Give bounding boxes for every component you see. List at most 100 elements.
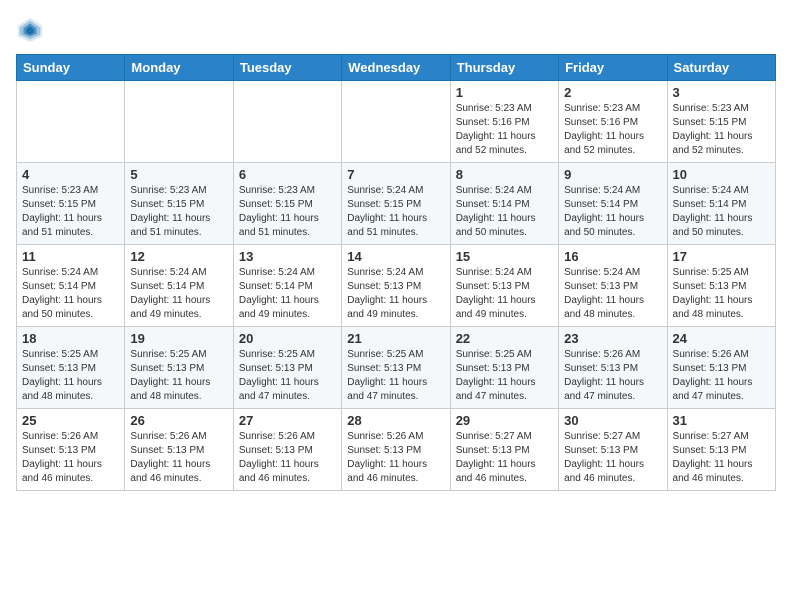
day-info: Sunrise: 5:26 AMSunset: 5:13 PMDaylight:… (564, 348, 661, 404)
calendar-cell: 14 Sunrise: 5:24 AMSunset: 5:13 PMDayligh… (342, 245, 450, 327)
calendar-cell: 16Sunrise: 5:24 AMSunset: 5:13 PMDayligh… (559, 245, 667, 327)
day-number: 1 (456, 85, 553, 100)
day-info: Sunrise: 5:25 AMSunset: 5:13 PMDaylight:… (673, 266, 770, 322)
day-number: 23 (564, 331, 661, 346)
day-info: Sunrise: 5:24 AMSunset: 5:14 PMDaylight:… (673, 184, 770, 240)
day-number: 2 (564, 85, 661, 100)
week-row-3: 11 Sunrise: 5:24 AMSunset: 5:14 PMDayligh… (17, 245, 776, 327)
calendar-cell: 18Sunrise: 5:25 AMSunset: 5:13 PMDayligh… (17, 327, 125, 409)
day-number: 10 (673, 167, 770, 182)
day-info: Sunrise: 5:26 AMSunset: 5:13 PMDaylight:… (130, 430, 227, 486)
day-info: Sunrise: 5:27 AMSunset: 5:13 PMDaylight:… (564, 430, 661, 486)
calendar-cell: 19 Sunrise: 5:25 AMSunset: 5:13 PMDayligh… (125, 327, 233, 409)
weekday-header-tuesday: Tuesday (233, 55, 341, 81)
weekday-header-monday: Monday (125, 55, 233, 81)
day-number: 4 (22, 167, 119, 182)
calendar-cell: 27 Sunrise: 5:26 AMSunset: 5:13 PMDayligh… (233, 409, 341, 491)
calendar-cell (125, 81, 233, 163)
week-row-4: 18 Sunrise: 5:25 AMSunset: 5:13 PMDayligh… (17, 327, 776, 409)
day-number: 18 (22, 331, 119, 346)
week-row-5: 25 Sunrise: 5:26 AMSunset: 5:13 PMDayligh… (17, 409, 776, 491)
calendar-cell: 9 Sunrise: 5:24 AMSunset: 5:14 PMDaylight… (559, 163, 667, 245)
day-number: 17 (673, 249, 770, 264)
day-info: Sunrise: 5:24 AMSunset: 5:15 PMDaylight:… (347, 184, 444, 240)
calendar-cell: 7 Sunrise: 5:24 AMSunset: 5:15 PMDaylight… (342, 163, 450, 245)
day-info: Sunrise: 5:23 AMSunset: 5:16 PMDaylight:… (564, 102, 661, 158)
logo-icon (16, 16, 44, 44)
day-info: Sunrise: 5:24 AMSunset: 5:14 PMDaylight:… (456, 184, 553, 240)
weekday-header-saturday: Saturday (667, 55, 775, 81)
calendar-cell: 28 Sunrise: 5:26 AMSunset: 5:13 PMDayligh… (342, 409, 450, 491)
day-number: 20 (239, 331, 336, 346)
calendar-cell: 11 Sunrise: 5:24 AMSunset: 5:14 PMDayligh… (17, 245, 125, 327)
day-info: Sunrise: 5:24 AMSunset: 5:13 PMDaylight:… (347, 266, 444, 322)
day-info: Sunrise: 5:23 AMSunset: 5:16 PMDaylight:… (456, 102, 553, 158)
day-info: Sunrise: 5:26 AMSunset: 5:13 PMDaylight:… (239, 430, 336, 486)
day-info: Sunrise: 5:23 AMSunset: 5:15 PMDaylight:… (22, 184, 119, 240)
day-number: 15 (456, 249, 553, 264)
day-number: 9 (564, 167, 661, 182)
calendar-cell: 8 Sunrise: 5:24 AMSunset: 5:14 PMDaylight… (450, 163, 558, 245)
calendar-cell (342, 81, 450, 163)
calendar-cell: 12 Sunrise: 5:24 AMSunset: 5:14 PMDayligh… (125, 245, 233, 327)
calendar-cell (233, 81, 341, 163)
day-number: 24 (673, 331, 770, 346)
calendar-cell: 21 Sunrise: 5:25 AMSunset: 5:13 PMDayligh… (342, 327, 450, 409)
day-number: 14 (347, 249, 444, 264)
calendar-cell (17, 81, 125, 163)
calendar-cell: 6Sunrise: 5:23 AMSunset: 5:15 PMDaylight… (233, 163, 341, 245)
calendar-cell: 10 Sunrise: 5:24 AMSunset: 5:14 PMDayligh… (667, 163, 775, 245)
day-number: 13 (239, 249, 336, 264)
calendar-cell: 13 Sunrise: 5:24 AMSunset: 5:14 PMDayligh… (233, 245, 341, 327)
day-number: 3 (673, 85, 770, 100)
day-info: Sunrise: 5:27 AMSunset: 5:13 PMDaylight:… (456, 430, 553, 486)
day-number: 30 (564, 413, 661, 428)
day-number: 7 (347, 167, 444, 182)
day-info: Sunrise: 5:24 AMSunset: 5:14 PMDaylight:… (239, 266, 336, 322)
day-info: Sunrise: 5:24 AMSunset: 5:14 PMDaylight:… (22, 266, 119, 322)
calendar-cell: 26Sunrise: 5:26 AMSunset: 5:13 PMDayligh… (125, 409, 233, 491)
day-number: 12 (130, 249, 227, 264)
day-info: Sunrise: 5:25 AMSunset: 5:13 PMDaylight:… (456, 348, 553, 404)
day-info: Sunrise: 5:26 AMSunset: 5:13 PMDaylight:… (347, 430, 444, 486)
day-number: 8 (456, 167, 553, 182)
logo (16, 16, 48, 44)
calendar-cell: 5Sunrise: 5:23 AMSunset: 5:15 PMDaylight… (125, 163, 233, 245)
day-number: 5 (130, 167, 227, 182)
page-header (16, 16, 776, 44)
day-number: 28 (347, 413, 444, 428)
weekday-header-wednesday: Wednesday (342, 55, 450, 81)
day-info: Sunrise: 5:27 AMSunset: 5:13 PMDaylight:… (673, 430, 770, 486)
day-number: 29 (456, 413, 553, 428)
day-number: 21 (347, 331, 444, 346)
calendar-cell: 30 Sunrise: 5:27 AMSunset: 5:13 PMDayligh… (559, 409, 667, 491)
day-info: Sunrise: 5:24 AMSunset: 5:13 PMDaylight:… (456, 266, 553, 322)
weekday-header-row: SundayMondayTuesdayWednesdayThursdayFrid… (17, 55, 776, 81)
calendar-cell: 23 Sunrise: 5:26 AMSunset: 5:13 PMDayligh… (559, 327, 667, 409)
day-info: Sunrise: 5:24 AMSunset: 5:14 PMDaylight:… (130, 266, 227, 322)
calendar-cell: 15 Sunrise: 5:24 AMSunset: 5:13 PMDayligh… (450, 245, 558, 327)
day-number: 11 (22, 249, 119, 264)
weekday-header-sunday: Sunday (17, 55, 125, 81)
day-number: 19 (130, 331, 227, 346)
day-number: 31 (673, 413, 770, 428)
day-number: 25 (22, 413, 119, 428)
day-info: Sunrise: 5:25 AMSunset: 5:13 PMDaylight:… (130, 348, 227, 404)
day-info: Sunrise: 5:25 AMSunset: 5:13 PMDaylight:… (347, 348, 444, 404)
day-info: Sunrise: 5:26 AMSunset: 5:13 PMDaylight:… (673, 348, 770, 404)
week-row-2: 4 Sunrise: 5:23 AMSunset: 5:15 PMDaylight… (17, 163, 776, 245)
day-number: 16 (564, 249, 661, 264)
weekday-header-friday: Friday (559, 55, 667, 81)
calendar-cell: 22Sunrise: 5:25 AMSunset: 5:13 PMDayligh… (450, 327, 558, 409)
calendar-cell: 17 Sunrise: 5:25 AMSunset: 5:13 PMDayligh… (667, 245, 775, 327)
week-row-1: 1 Sunrise: 5:23 AMSunset: 5:16 PMDaylight… (17, 81, 776, 163)
day-info: Sunrise: 5:23 AMSunset: 5:15 PMDaylight:… (673, 102, 770, 158)
day-info: Sunrise: 5:24 AMSunset: 5:14 PMDaylight:… (564, 184, 661, 240)
day-number: 6 (239, 167, 336, 182)
day-number: 27 (239, 413, 336, 428)
calendar-cell: 31 Sunrise: 5:27 AMSunset: 5:13 PMDayligh… (667, 409, 775, 491)
calendar-cell: 1 Sunrise: 5:23 AMSunset: 5:16 PMDaylight… (450, 81, 558, 163)
day-info: Sunrise: 5:25 AMSunset: 5:13 PMDaylight:… (239, 348, 336, 404)
calendar-cell: 2 Sunrise: 5:23 AMSunset: 5:16 PMDaylight… (559, 81, 667, 163)
calendar-cell: 20 Sunrise: 5:25 AMSunset: 5:13 PMDayligh… (233, 327, 341, 409)
